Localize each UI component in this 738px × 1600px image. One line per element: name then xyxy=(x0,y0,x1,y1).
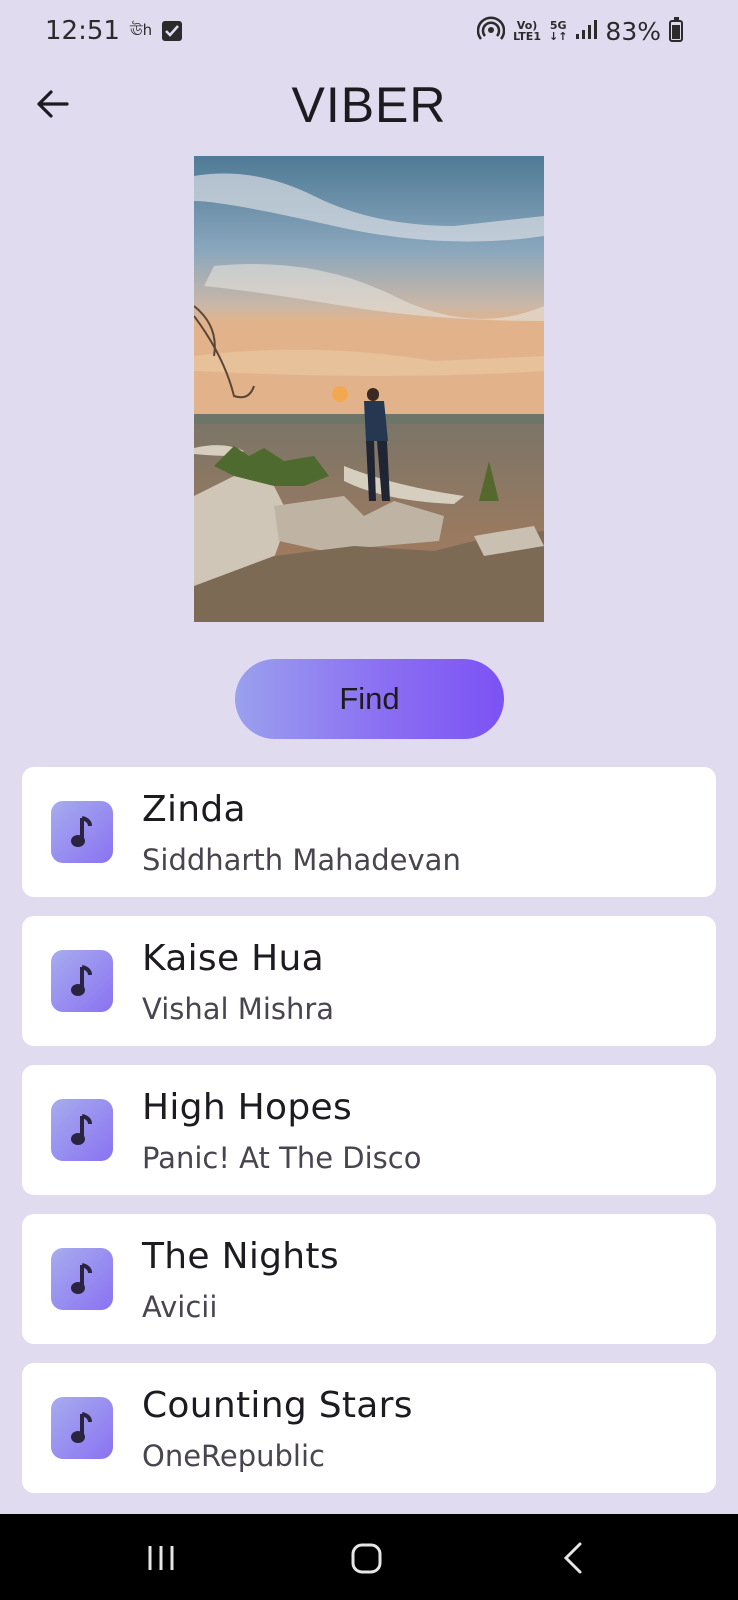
song-artist: Avicii xyxy=(142,1290,218,1324)
system-back-button[interactable] xyxy=(556,1540,596,1576)
check-notification-icon xyxy=(162,21,183,41)
home-button[interactable] xyxy=(346,1540,386,1576)
home-icon xyxy=(351,1543,382,1574)
recent-apps-button[interactable] xyxy=(142,1540,182,1576)
song-list: Zinda Siddharth Mahadevan Kaise Hua Vish… xyxy=(22,767,716,1512)
song-item-kaise-hua[interactable]: Kaise Hua Vishal Mishra xyxy=(22,916,716,1046)
music-note-icon xyxy=(51,1099,113,1161)
song-item-high-hopes[interactable]: High Hopes Panic! At The Disco xyxy=(22,1065,716,1195)
music-note-icon xyxy=(51,1248,113,1310)
system-nav-bar xyxy=(0,1514,738,1600)
song-item-the-nights[interactable]: The Nights Avicii xyxy=(22,1214,716,1344)
status-bar: 12:51 ঊh Vo) LTE1 5G ↓↑ 83% xyxy=(0,0,738,70)
landscape-photo xyxy=(194,156,544,622)
song-title: Kaise Hua xyxy=(142,938,325,979)
5g-indicator: 5G ↓↑ xyxy=(549,20,567,42)
status-time: 12:51 xyxy=(45,16,120,46)
recent-apps-icon xyxy=(148,1546,174,1570)
page-title: VIBER xyxy=(291,77,447,133)
volte-indicator: Vo) LTE1 xyxy=(513,20,541,42)
song-artist: OneRepublic xyxy=(142,1439,325,1473)
song-item-zinda[interactable]: Zinda Siddharth Mahadevan xyxy=(22,767,716,897)
song-title: Counting Stars xyxy=(142,1385,413,1426)
carrier-glyph: ঊh xyxy=(129,20,153,39)
data-arrows-icon: ↓↑ xyxy=(548,30,568,43)
song-artist: Vishal Mishra xyxy=(142,992,335,1026)
hotspot-icon xyxy=(476,16,506,46)
song-title: The Nights xyxy=(142,1236,339,1277)
song-artist: Panic! At The Disco xyxy=(142,1141,422,1175)
song-title: Zinda xyxy=(142,789,246,830)
music-note-icon xyxy=(51,1397,113,1459)
find-button[interactable]: Find xyxy=(235,659,504,739)
music-note-icon xyxy=(51,801,113,863)
song-item-counting-stars[interactable]: Counting Stars OneRepublic xyxy=(22,1363,716,1493)
signal-icon xyxy=(575,17,598,46)
song-artist: Siddharth Mahadevan xyxy=(142,843,461,877)
chevron-left-icon xyxy=(563,1542,582,1574)
music-note-icon xyxy=(51,950,113,1012)
volte-bottom: LTE1 xyxy=(513,30,541,43)
battery-icon xyxy=(669,17,683,42)
song-title: High Hopes xyxy=(142,1087,353,1128)
battery-percent: 83% xyxy=(605,16,661,46)
app-bar: VIBER xyxy=(0,70,738,142)
